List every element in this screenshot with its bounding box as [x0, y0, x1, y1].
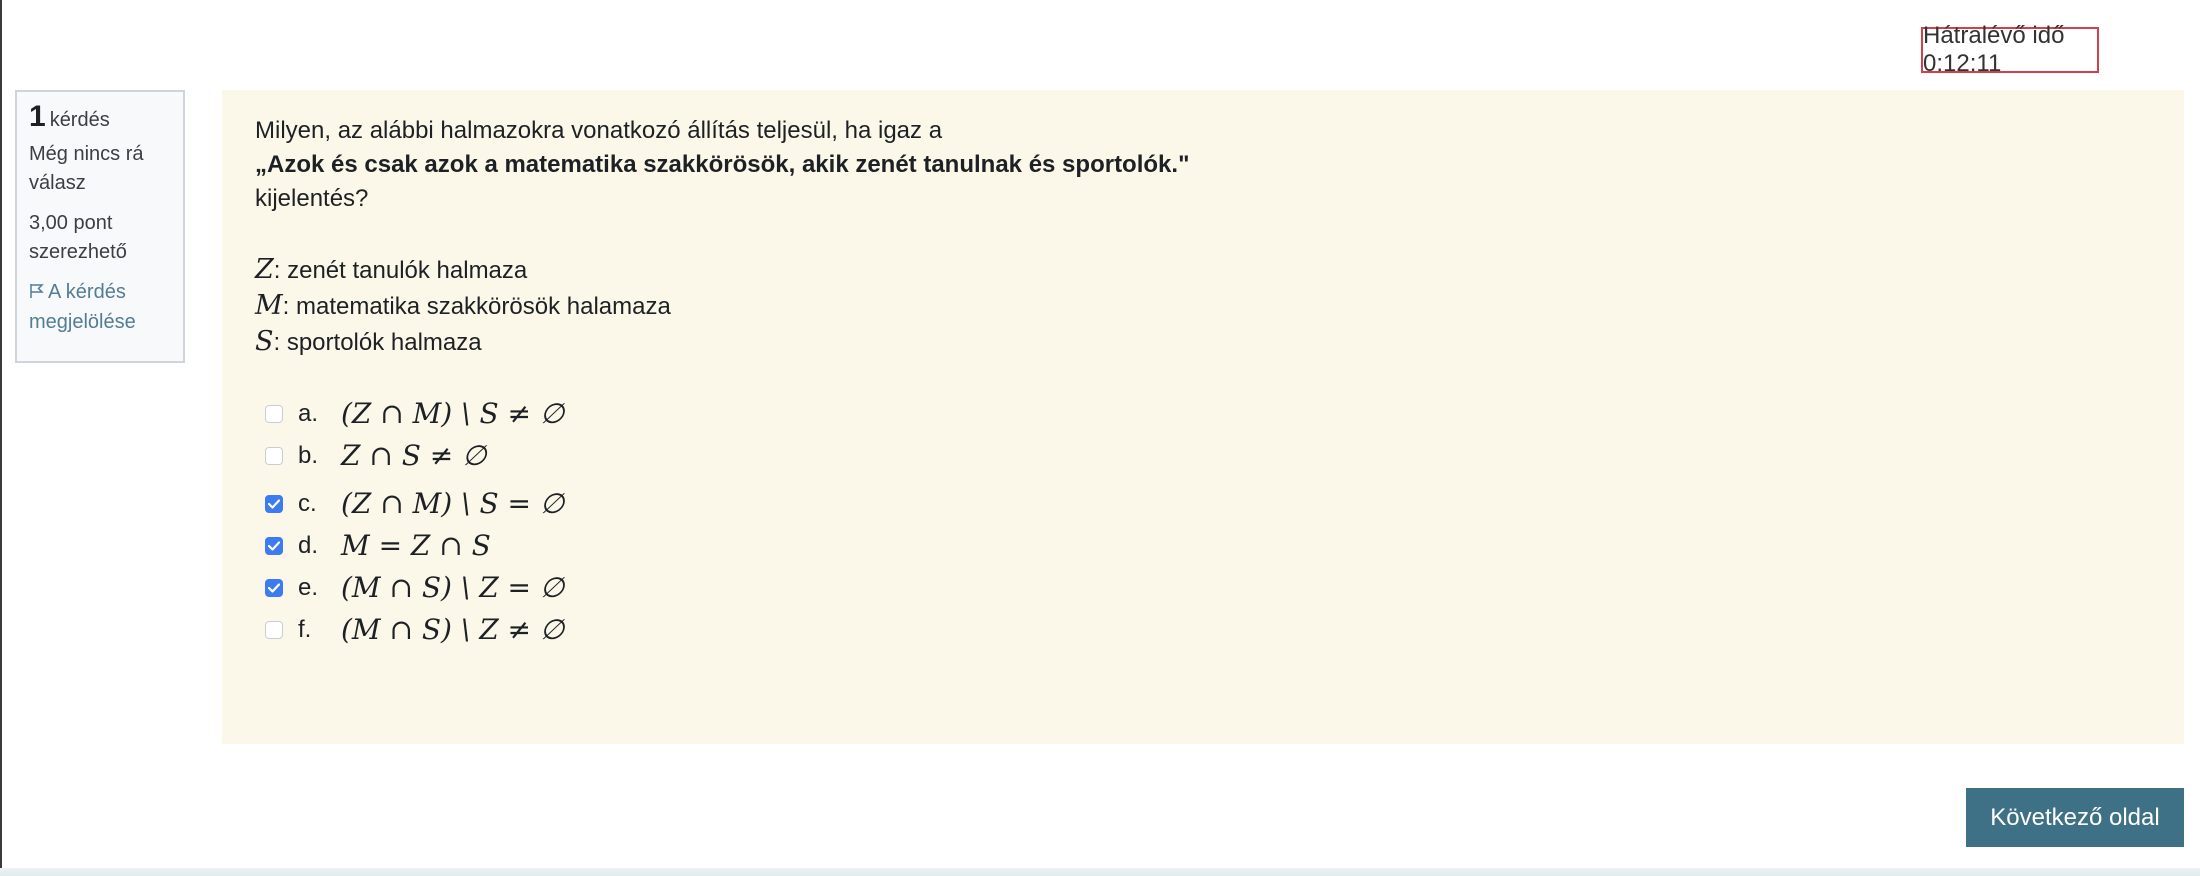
answer-letter: b. — [298, 442, 319, 469]
bottom-border — [0, 868, 2200, 876]
question-content: Milyen, az alábbi halmazokra vonatkozó á… — [222, 90, 2184, 744]
answer-option-f[interactable]: f. (M ∩ S) \ Z ≠ ∅ — [255, 612, 2151, 648]
definition-symbol: M — [255, 290, 283, 321]
question-info-panel: 1 kérdés Még nincs rá válasz 3,00 pont sz… — [15, 90, 185, 363]
definition-symbol: S — [255, 326, 274, 357]
definition-symbol: Z — [255, 254, 274, 285]
definition-s: S: sportolók halmaza — [255, 324, 2151, 360]
answer-option-d[interactable]: d. M = Z ∩ S — [255, 528, 2151, 564]
answer-letter: c. — [298, 490, 317, 517]
answer-formula: (Z ∩ M) \ S ≠ ∅ — [341, 397, 565, 430]
definition-m: M: matematika szakkörösök halamaza — [255, 288, 2151, 324]
question-number-word: kérdés — [49, 109, 110, 131]
answer-formula: (M ∩ S) \ Z ≠ ∅ — [341, 613, 565, 646]
answer-checkbox-checked[interactable] — [265, 495, 283, 513]
definition-text: : matematika szakkörösök halamaza — [282, 293, 671, 320]
time-remaining: Hátralévő idő 0:12:11 — [1921, 22, 2099, 77]
answer-letter: d. — [298, 532, 319, 559]
answer-formula: (Z ∩ M) \ S = ∅ — [341, 487, 565, 520]
time-remaining-text: Hátralévő idő 0:12:11 — [1923, 22, 2065, 77]
answer-formula: M = Z ∩ S — [341, 529, 491, 562]
answer-letter: f. — [298, 616, 312, 643]
question-number-value: 1 — [29, 100, 46, 133]
question-after: kijelentés? — [255, 185, 369, 212]
answer-checkbox[interactable] — [265, 405, 283, 423]
next-page-button[interactable]: Következő oldal — [1966, 788, 2184, 847]
answer-option-c[interactable]: c. (Z ∩ M) \ S = ∅ — [255, 486, 2151, 522]
answer-letter: a. — [298, 400, 319, 427]
answer-option-a[interactable]: a. (Z ∩ M) \ S ≠ ∅ — [255, 396, 2151, 432]
flag-question-label: A kérdés megjelölése — [29, 281, 136, 333]
answer-option-e[interactable]: e. (M ∩ S) \ Z = ∅ — [255, 570, 2151, 606]
answer-checkbox[interactable] — [265, 447, 283, 465]
set-definitions: Z: zenét tanulók halmaza M: matematika s… — [255, 252, 2151, 360]
question-intro: Milyen, az alábbi halmazokra vonatkozó á… — [255, 117, 943, 144]
window-edge — [0, 0, 2, 876]
definition-text: : zenét tanulók halmaza — [273, 257, 528, 284]
definition-text: : sportolók halmaza — [273, 329, 482, 356]
question-number: 1 kérdés — [29, 102, 171, 135]
answer-formula: Z ∩ S ≠ ∅ — [341, 439, 487, 472]
answer-option-b[interactable]: b. Z ∩ S ≠ ∅ — [255, 438, 2151, 474]
flag-icon — [29, 279, 44, 308]
question-state: Még nincs rá válasz — [29, 143, 144, 194]
answer-options: a. (Z ∩ M) \ S ≠ ∅ b. Z ∩ S ≠ ∅ c. (Z ∩ … — [255, 396, 2151, 648]
answer-checkbox-checked[interactable] — [265, 537, 283, 555]
answer-letter: e. — [298, 574, 319, 601]
definition-z: Z: zenét tanulók halmaza — [255, 252, 2151, 288]
question-grade: 3,00 pont szerezhető — [29, 212, 127, 263]
flag-question-link[interactable]: A kérdés megjelölése — [29, 278, 171, 337]
answer-checkbox[interactable] — [265, 621, 283, 639]
answer-checkbox-checked[interactable] — [265, 579, 283, 597]
question-statement: „Azok és csak azok a matematika szakkörö… — [255, 151, 1190, 178]
answer-formula: (M ∩ S) \ Z = ∅ — [341, 571, 565, 604]
